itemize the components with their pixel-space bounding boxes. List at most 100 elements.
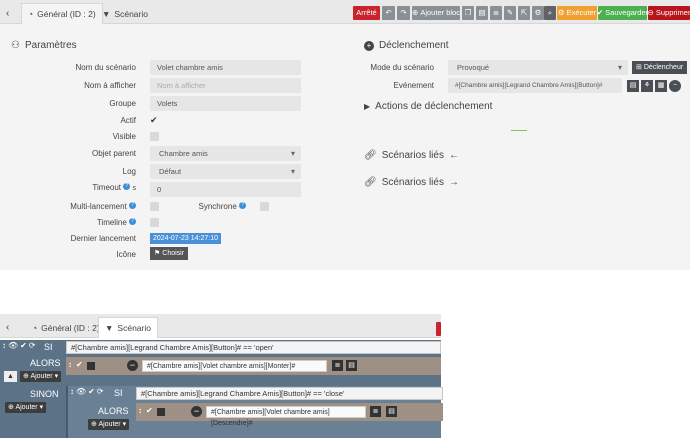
- tab-bar: ‹ ◔ Général (ID : 2) ▼ Scénario Arrêté ↶…: [0, 0, 690, 24]
- caret-down-icon: ▾: [39, 404, 44, 411]
- tab-scenario[interactable]: ▼ Scénario: [96, 3, 154, 24]
- chevron-right-icon: ▶: [364, 102, 371, 111]
- caret-down-icon: ▾: [54, 373, 59, 380]
- select-scenario-button[interactable]: ⚘: [641, 80, 653, 92]
- linked-out-link[interactable]: 🔗︎ Scénarios liés →: [364, 177, 459, 188]
- tab-general-label: Général (ID : 2): [37, 9, 96, 19]
- visible-checkbox[interactable]: [150, 132, 159, 141]
- linked-in-link[interactable]: 🔗︎ Scénarios liés ←: [364, 150, 459, 161]
- delete-button[interactable]: ⊖ Supprimer: [648, 6, 690, 20]
- condition-input[interactable]: #[Chambre amis][Legrand Chambre Amis][Bu…: [136, 387, 443, 400]
- settings-button[interactable]: ⚙: [532, 6, 544, 20]
- tab-scenario[interactable]: ▼ Scénario: [98, 317, 158, 338]
- timeout-input[interactable]: 0: [150, 182, 301, 197]
- then-label: ALORS: [30, 358, 61, 368]
- active-checkbox[interactable]: ✔: [150, 115, 158, 126]
- action-input[interactable]: #[Chambre amis][Volet chambre amis][Mont…: [142, 360, 327, 372]
- list-icon[interactable]: ≣: [370, 406, 381, 417]
- timeout-label: Timeout ? s: [92, 183, 136, 192]
- link-icon: 🔗︎: [364, 177, 377, 188]
- back-button[interactable]: ‹: [0, 3, 15, 24]
- plus-circle-icon: ⊕: [412, 8, 419, 17]
- help-icon: ?: [239, 202, 246, 209]
- refresh-icon[interactable]: ⟳: [29, 341, 36, 350]
- help-icon: ?: [123, 183, 131, 190]
- actions-title: ▶ Actions de déclenchement: [364, 101, 493, 112]
- add-block-button[interactable]: ⊕ Ajouter bloc: [412, 6, 460, 20]
- add-button[interactable]: ⊕ Ajouter ▾: [88, 419, 130, 430]
- check-icon[interactable]: ✔: [76, 360, 83, 369]
- add-button[interactable]: ⊕ Ajouter ▾: [5, 402, 47, 413]
- parallel-checkbox[interactable]: [87, 362, 95, 370]
- paste-button[interactable]: ▤: [476, 6, 488, 20]
- file-icon: ▤: [478, 8, 486, 17]
- condition-input[interactable]: #[Chambre amis][Legrand Chambre Amis][Bu…: [66, 341, 441, 354]
- collapse-button[interactable]: ▲: [4, 371, 17, 382]
- calculator-icon: ▦: [657, 82, 665, 89]
- refresh-icon[interactable]: ⟳: [97, 387, 104, 396]
- users-cog-icon: ⚇: [11, 40, 20, 51]
- timeline-checkbox[interactable]: [150, 218, 159, 227]
- action-input[interactable]: #[Chambre amis][Volet chambre amis][Desc…: [206, 406, 366, 427]
- copy-icon: ❐: [464, 8, 472, 17]
- log-label: Log: [122, 167, 136, 176]
- grid-icon[interactable]: ▤: [346, 360, 357, 371]
- tab-general[interactable]: ◔ Général (ID : 2): [26, 317, 106, 338]
- timeline-label: Timeline ?: [0, 218, 136, 227]
- select-equipment-button[interactable]: ▦: [655, 80, 667, 92]
- execute-button[interactable]: ⚙ Exécuter: [557, 6, 597, 20]
- flag-icon: ⚑: [154, 250, 161, 257]
- drag-handle-icon[interactable]: ↕: [2, 341, 6, 350]
- undo-button[interactable]: ↶: [382, 6, 395, 20]
- remove-action-button[interactable]: −: [127, 360, 138, 371]
- list-icon[interactable]: ≣: [332, 360, 343, 371]
- name-input[interactable]: Volet chambre amis: [150, 60, 301, 75]
- edit-icon: ✎: [506, 8, 514, 17]
- eye-icon[interactable]: 👁︎: [76, 387, 86, 396]
- select-command-button[interactable]: ▤: [627, 80, 639, 92]
- redo-button[interactable]: ↷: [397, 6, 410, 20]
- check-icon[interactable]: ✔: [20, 341, 27, 350]
- copy-button[interactable]: ❐: [462, 6, 474, 20]
- event-input[interactable]: #[Chambre amis][Legrand Chambre Amis][Bu…: [448, 78, 622, 93]
- group-input[interactable]: Volets: [150, 96, 301, 111]
- remove-event-button[interactable]: −: [669, 80, 681, 92]
- save-button[interactable]: ✔ Sauvegarder: [596, 6, 648, 20]
- redo-icon: ↷: [400, 8, 407, 17]
- gear-icon: ⚙: [534, 8, 542, 17]
- chevron-left-icon: ‹: [6, 321, 10, 333]
- eye-icon[interactable]: 👁︎: [8, 341, 18, 350]
- check-icon[interactable]: ✔: [146, 406, 153, 415]
- group-label: Groupe: [109, 99, 136, 108]
- check-icon[interactable]: ✔: [88, 387, 95, 396]
- export-button[interactable]: ⇱: [518, 6, 530, 20]
- log-select[interactable]: Défaut: [150, 164, 301, 179]
- drag-handle-icon[interactable]: ↕: [68, 360, 72, 369]
- parallel-checkbox[interactable]: [157, 408, 165, 416]
- grid-icon[interactable]: ▤: [386, 406, 397, 417]
- drag-handle-icon[interactable]: ↕: [138, 406, 142, 415]
- parent-select[interactable]: Chambre amis: [150, 146, 301, 161]
- remove-action-button[interactable]: −: [191, 406, 202, 417]
- display-input[interactable]: Nom à afficher: [150, 78, 301, 93]
- back-button[interactable]: ‹: [0, 317, 15, 338]
- parent-label: Objet parent: [91, 149, 136, 158]
- choose-icon-button[interactable]: ⚑ Choisir: [150, 247, 189, 260]
- sync-checkbox[interactable]: [260, 202, 269, 211]
- if-label: SI: [44, 342, 53, 352]
- caret-down-icon: ▾: [122, 421, 127, 428]
- mode-select[interactable]: Provoqué: [448, 60, 628, 75]
- drag-handle-icon[interactable]: ↕: [70, 387, 74, 396]
- search-button[interactable]: ⌕: [544, 6, 556, 20]
- template-button[interactable]: ≣: [490, 6, 502, 20]
- else-label: SINON: [30, 389, 59, 399]
- arrow-left-icon: ←: [448, 150, 459, 161]
- add-button[interactable]: ⊕ Ajouter ▾: [20, 371, 62, 382]
- check-circle-icon: ✔: [596, 8, 604, 17]
- plus-circle-icon: ⊕: [23, 373, 29, 380]
- name-label: Nom du scénario: [75, 63, 136, 72]
- edit-button[interactable]: ✎: [504, 6, 516, 20]
- add-trigger-button[interactable]: ⊞ Déclencheur: [632, 61, 688, 74]
- display-label: Nom à afficher: [84, 81, 136, 90]
- tab-general[interactable]: ◔ Général (ID : 2): [21, 3, 103, 24]
